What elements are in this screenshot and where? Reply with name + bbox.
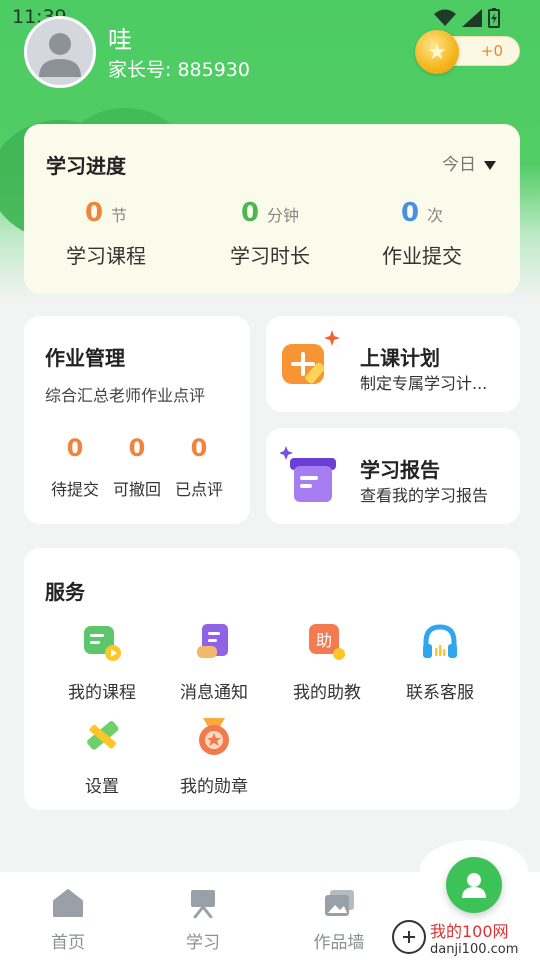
service-customer-support[interactable]: 联系客服 [384, 622, 496, 703]
homework-desc: 综合汇总老师作业点评 [45, 386, 206, 405]
user-silhouette-icon [39, 33, 81, 77]
stat-label: 可撤回 [112, 480, 161, 499]
stat-value: 0 [190, 434, 208, 462]
coin-count: +0 [480, 42, 503, 60]
user-name: 哇 [108, 26, 132, 54]
homework-stat-revocable[interactable]: 0 可撤回 [106, 434, 168, 500]
plan-add-icon [282, 330, 340, 384]
parent-id: 家长号: 885930 [108, 59, 250, 81]
study-report-card[interactable]: 学习报告 查看我的学习报告 [266, 428, 520, 524]
stat-value: 0 [84, 198, 104, 228]
stat-label: 学习课程 [66, 244, 146, 268]
stat-label: 待提交 [50, 480, 99, 499]
stat-value: 0 [400, 198, 420, 228]
profile-fab-button[interactable] [446, 857, 502, 913]
stat-duration: 0 分钟 学习时长 [190, 198, 350, 269]
tab-label: 作品墙 [313, 933, 365, 953]
stat-unit: 节 [111, 206, 128, 225]
battery-icon [488, 8, 500, 28]
study-report-title: 学习报告 [360, 458, 440, 482]
report-icon [280, 446, 336, 502]
assistant-icon: 助 [309, 624, 345, 660]
service-label: 我的助教 [293, 683, 361, 703]
stat-unit: 分钟 [267, 206, 300, 225]
medal-icon [199, 718, 229, 755]
class-plan-card[interactable]: 上课计划 制定专属学习计... [266, 316, 520, 412]
study-report-desc: 查看我的学习报告 [360, 486, 489, 505]
stat-value: 0 [240, 198, 260, 228]
stat-label: 学习时长 [230, 244, 310, 268]
service-assistant[interactable]: 助 我的助教 [271, 622, 383, 703]
ruler-pencil-icon [87, 721, 119, 750]
class-plan-title: 上课计划 [360, 346, 440, 370]
service-my-courses[interactable]: 我的课程 [46, 622, 158, 703]
gallery-icon [325, 890, 354, 916]
service-label: 我的课程 [68, 683, 136, 703]
progress-title: 学习进度 [46, 154, 126, 178]
course-icon [84, 626, 121, 661]
watermark-logo-icon [392, 920, 426, 954]
stat-value: 0 [128, 434, 146, 462]
class-plan-desc: 制定专属学习计... [360, 374, 488, 393]
progress-card: 学习进度 今日 0节 学习课程 0 分钟 学习时长 0次 作业提交 [24, 124, 520, 294]
home-icon [53, 889, 83, 917]
notice-icon [197, 624, 228, 658]
stat-value: 0 [66, 434, 84, 462]
homework-card[interactable]: 作业管理 综合汇总老师作业点评 0 待提交 0 可撤回 0 已点评 [24, 316, 250, 524]
coin-star-icon: ★ [415, 30, 459, 74]
stat-unit: 次 [427, 206, 444, 225]
easel-icon [191, 890, 215, 919]
watermark-cn: 我的100网 [430, 921, 509, 941]
service-label: 联系客服 [406, 683, 474, 703]
service-medals[interactable]: 我的勋章 [158, 716, 270, 797]
stat-courses: 0节 学习课程 [26, 198, 186, 269]
avatar[interactable] [24, 16, 96, 88]
service-label: 消息通知 [180, 683, 248, 703]
services-title: 服务 [45, 580, 85, 604]
tab-gallery[interactable]: 作品墙 [299, 888, 379, 953]
tab-study[interactable]: 学习 [163, 888, 243, 953]
site-watermark: 我的100网 danji100.com [392, 914, 540, 960]
stat-label: 作业提交 [382, 244, 462, 268]
svg-text:助: 助 [316, 631, 332, 650]
signal-icon [462, 9, 482, 27]
homework-stat-pending[interactable]: 0 待提交 [44, 434, 106, 500]
stat-label: 已点评 [174, 480, 223, 499]
service-label: 设置 [85, 777, 119, 797]
caret-down-icon [484, 160, 496, 170]
homework-stat-reviewed[interactable]: 0 已点评 [168, 434, 230, 500]
tab-label: 首页 [51, 933, 85, 953]
service-label: 我的勋章 [180, 777, 248, 797]
homework-title: 作业管理 [45, 346, 125, 370]
period-filter-value: 今日 [442, 155, 476, 175]
tab-label: 学习 [186, 933, 220, 953]
stat-submissions: 0次 作业提交 [342, 198, 502, 269]
wifi-icon [434, 9, 456, 26]
services-card: 服务 我的课程 消息通知 助 我的助教 联系客服 设置 我的勋章 [24, 548, 520, 810]
watermark-domain: danji100.com [430, 941, 519, 957]
headset-icon [423, 624, 457, 658]
service-notifications[interactable]: 消息通知 [158, 622, 270, 703]
period-filter-dropdown[interactable]: 今日 [442, 150, 496, 175]
tab-home[interactable]: 首页 [28, 888, 108, 953]
user-icon [462, 873, 486, 898]
service-settings[interactable]: 设置 [46, 716, 158, 797]
